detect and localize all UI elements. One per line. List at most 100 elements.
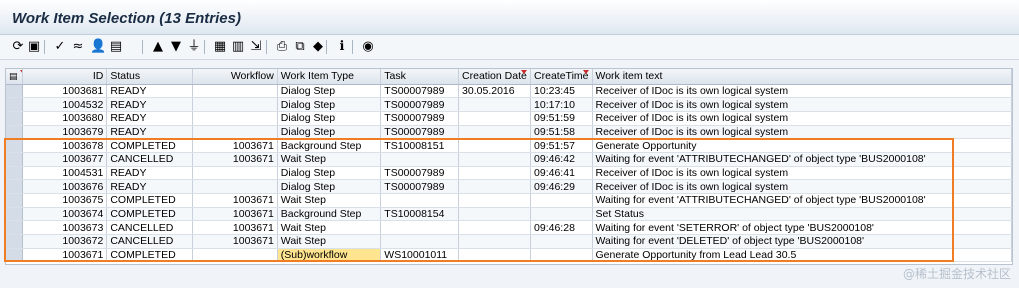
filter-icon[interactable]: ⏚ xyxy=(186,39,202,55)
row-selector[interactable] xyxy=(6,234,24,249)
cell-status[interactable]: CANCELLED xyxy=(106,152,193,167)
column-header-task[interactable]: Task xyxy=(380,69,460,85)
cell-task[interactable]: TS00007989 xyxy=(380,111,460,126)
cell-id[interactable]: 1003674 xyxy=(22,207,108,222)
table-row[interactable]: 1003679 READY Dialog Step TS00007989 09:51:5… xyxy=(6,125,1012,140)
cell-work-item-type[interactable]: Wait Step xyxy=(277,220,382,236)
cell-work-item-text[interactable]: Receiver of IDoc is its own logical syst… xyxy=(592,166,1012,181)
cell-creation-date[interactable] xyxy=(458,138,532,153)
column-header-work-item-text[interactable]: Work item text xyxy=(592,69,1012,85)
cell-task[interactable]: TS10008151 xyxy=(380,138,460,153)
table-row[interactable]: 1003680 READY Dialog Step TS00007989 09:51:5… xyxy=(6,111,1012,126)
cell-work-item-text[interactable]: Waiting for event 'SETERROR' of object t… xyxy=(592,220,1012,236)
cell-workflow[interactable] xyxy=(192,97,278,112)
cell-create-time[interactable]: 10:17:10 xyxy=(530,97,593,112)
cell-workflow[interactable]: 1003671 xyxy=(192,152,278,167)
cell-work-item-text[interactable]: Receiver of IDoc is its own logical syst… xyxy=(592,125,1012,140)
cell-creation-date[interactable] xyxy=(458,166,532,181)
cell-task[interactable] xyxy=(380,152,460,167)
row-selector[interactable] xyxy=(6,138,24,153)
cell-work-item-type[interactable]: Wait Step xyxy=(277,234,382,249)
cell-work-item-type[interactable]: (Sub)workflow xyxy=(277,248,382,263)
cell-creation-date[interactable] xyxy=(458,207,532,222)
table-row[interactable]: 1004532 READY Dialog Step TS00007989 10:17:1… xyxy=(6,97,1012,112)
cell-id[interactable]: 1003679 xyxy=(22,125,108,140)
cell-id[interactable]: 1003680 xyxy=(22,111,108,126)
cell-workflow[interactable]: 1003671 xyxy=(192,193,278,208)
cell-workflow[interactable]: 1003671 xyxy=(192,234,278,249)
row-selector[interactable] xyxy=(6,179,24,194)
table-row[interactable]: 1003675 COMPLETED 1003671 Wait Step Waiting … xyxy=(6,193,1012,208)
cell-status[interactable]: COMPLETED xyxy=(106,248,193,263)
cell-id[interactable]: 1004532 xyxy=(22,97,108,112)
cell-work-item-text[interactable]: Receiver of IDoc is its own logical syst… xyxy=(592,97,1012,112)
cell-status[interactable]: COMPLETED xyxy=(106,138,193,153)
cell-workflow[interactable]: 1003671 xyxy=(192,138,278,153)
cell-work-item-text[interactable]: Receiver of IDoc is its own logical syst… xyxy=(592,84,1012,99)
cell-id[interactable]: 1003677 xyxy=(22,152,108,167)
cell-work-item-text[interactable]: Generate Opportunity xyxy=(592,138,1012,153)
table-row[interactable]: 1003677 CANCELLED 1003671 Wait Step 09:46:42… xyxy=(6,152,1012,167)
cell-id[interactable]: 1003681 xyxy=(22,84,108,99)
cell-status[interactable]: READY xyxy=(106,166,193,181)
table-settings-icon[interactable]: ▤ xyxy=(9,72,18,82)
cell-status[interactable]: CANCELLED xyxy=(106,234,193,249)
cell-task[interactable]: TS00007989 xyxy=(380,97,460,112)
save-icon[interactable]: ▣ xyxy=(26,39,42,55)
cell-creation-date[interactable] xyxy=(458,97,532,112)
graphic-icon[interactable]: ◆ xyxy=(310,39,326,55)
column-header-work-item-type[interactable]: Work Item Type xyxy=(277,69,382,85)
cell-work-item-text[interactable]: Waiting for event 'DELETED' of object ty… xyxy=(592,234,1012,249)
cell-work-item-text[interactable]: Set Status xyxy=(592,207,1012,222)
cell-work-item-type[interactable]: Dialog Step xyxy=(277,179,382,194)
workflow-log-icon[interactable]: ≈ xyxy=(70,39,86,55)
cell-status[interactable]: COMPLETED xyxy=(106,193,193,208)
cell-task[interactable]: TS00007989 xyxy=(380,179,460,194)
cell-create-time[interactable] xyxy=(530,234,593,249)
table-row[interactable]: 1003676 READY Dialog Step TS00007989 09:46:2… xyxy=(6,179,1012,194)
cell-id[interactable]: 1003678 xyxy=(22,138,108,153)
cell-workflow[interactable] xyxy=(192,111,278,126)
layout-icon[interactable]: ▦ xyxy=(212,39,228,55)
row-selector[interactable] xyxy=(6,207,24,222)
cell-id[interactable]: 1003671 xyxy=(22,248,108,263)
cell-task[interactable]: TS00007989 xyxy=(380,125,460,140)
execute-icon[interactable]: ✓ xyxy=(52,39,68,55)
cell-work-item-text[interactable]: Receiver of IDoc is its own logical syst… xyxy=(592,111,1012,126)
cell-create-time[interactable]: 09:46:28 xyxy=(530,220,593,236)
row-selector[interactable] xyxy=(6,220,24,236)
cell-work-item-type[interactable]: Dialog Step xyxy=(277,111,382,126)
sort-descending-icon[interactable]: ▼ xyxy=(168,39,184,55)
cell-workflow[interactable] xyxy=(192,84,278,99)
spreadsheet-icon[interactable]: ▥ xyxy=(230,39,246,55)
cell-status[interactable]: COMPLETED xyxy=(106,207,193,222)
cell-task[interactable] xyxy=(380,220,460,236)
cell-work-item-type[interactable]: Dialog Step xyxy=(277,166,382,181)
cell-create-time[interactable]: 09:51:57 xyxy=(530,138,593,153)
cell-creation-date[interactable] xyxy=(458,248,532,263)
cell-status[interactable]: READY xyxy=(106,111,193,126)
cell-id[interactable]: 1003675 xyxy=(22,193,108,208)
table-row[interactable]: 1003671 COMPLETED (Sub)workflow WS10001011 G… xyxy=(6,248,1012,263)
cell-task[interactable] xyxy=(380,193,460,208)
cell-work-item-type[interactable]: Wait Step xyxy=(277,152,382,167)
row-selector[interactable] xyxy=(6,166,24,181)
info-icon[interactable]: ℹ xyxy=(334,39,350,55)
row-selector[interactable] xyxy=(6,193,24,208)
details-icon[interactable]: ▤ xyxy=(108,39,124,55)
table-row[interactable]: 1003681 READY Dialog Step TS00007989 30.05.2… xyxy=(6,84,1012,99)
cell-work-item-text[interactable]: Generate Opportunity from Lead Lead 30.5 xyxy=(592,248,1012,263)
refresh-icon[interactable]: ⟳ xyxy=(10,39,26,55)
table-row[interactable]: 1003674 COMPLETED 1003671 Background Step TS… xyxy=(6,207,1012,222)
column-header-workflow[interactable]: Workflow xyxy=(192,69,278,85)
cell-status[interactable]: READY xyxy=(106,97,193,112)
row-selector[interactable] xyxy=(6,152,24,167)
cell-create-time[interactable] xyxy=(530,248,593,263)
cell-work-item-text[interactable]: Receiver of IDoc is its own logical syst… xyxy=(592,179,1012,194)
table-row[interactable]: 1003678 COMPLETED 1003671 Background Step TS… xyxy=(6,138,1012,153)
row-selector[interactable] xyxy=(6,248,24,263)
cell-creation-date[interactable] xyxy=(458,220,532,236)
cell-workflow[interactable]: 1003671 xyxy=(192,220,278,236)
cell-work-item-type[interactable]: Wait Step xyxy=(277,193,382,208)
cell-create-time[interactable] xyxy=(530,193,593,208)
